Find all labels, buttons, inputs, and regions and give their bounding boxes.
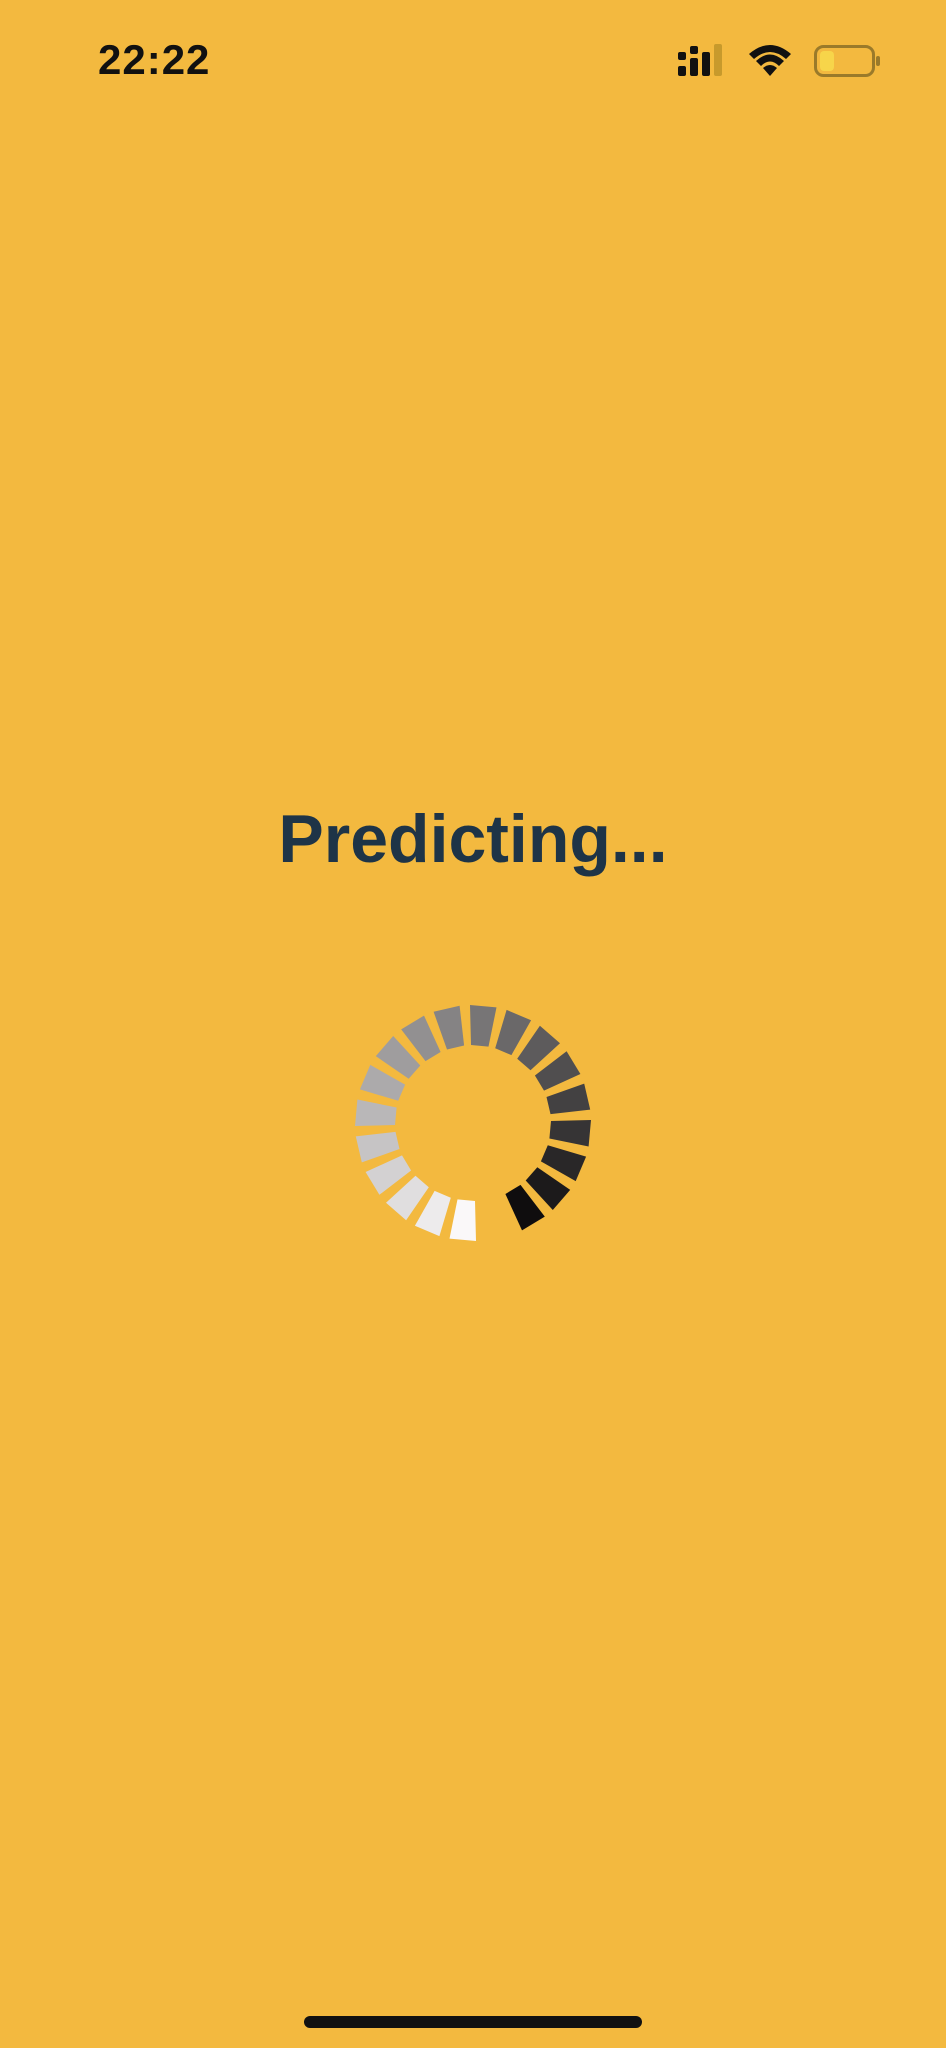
spinner-segment	[470, 1005, 497, 1047]
spinner-segment	[433, 1005, 465, 1050]
cellular-signal-icon	[678, 44, 722, 76]
spinner-segment	[546, 1083, 591, 1115]
loading-spinner	[353, 1003, 593, 1243]
spinner-segment	[355, 1099, 397, 1126]
page-title: Predicting...	[278, 801, 668, 877]
spinner-segment	[449, 1199, 476, 1241]
activity-spinner-icon	[355, 1005, 591, 1241]
status-time: 22:22	[98, 36, 211, 83]
spinner-segment	[355, 1131, 400, 1163]
battery-low-icon	[814, 45, 880, 77]
status-bar: 22:22	[0, 0, 946, 130]
home-indicator[interactable]	[304, 2016, 642, 2028]
status-icons	[678, 44, 882, 78]
spinner-segment	[549, 1120, 591, 1147]
wifi-icon	[749, 45, 791, 76]
